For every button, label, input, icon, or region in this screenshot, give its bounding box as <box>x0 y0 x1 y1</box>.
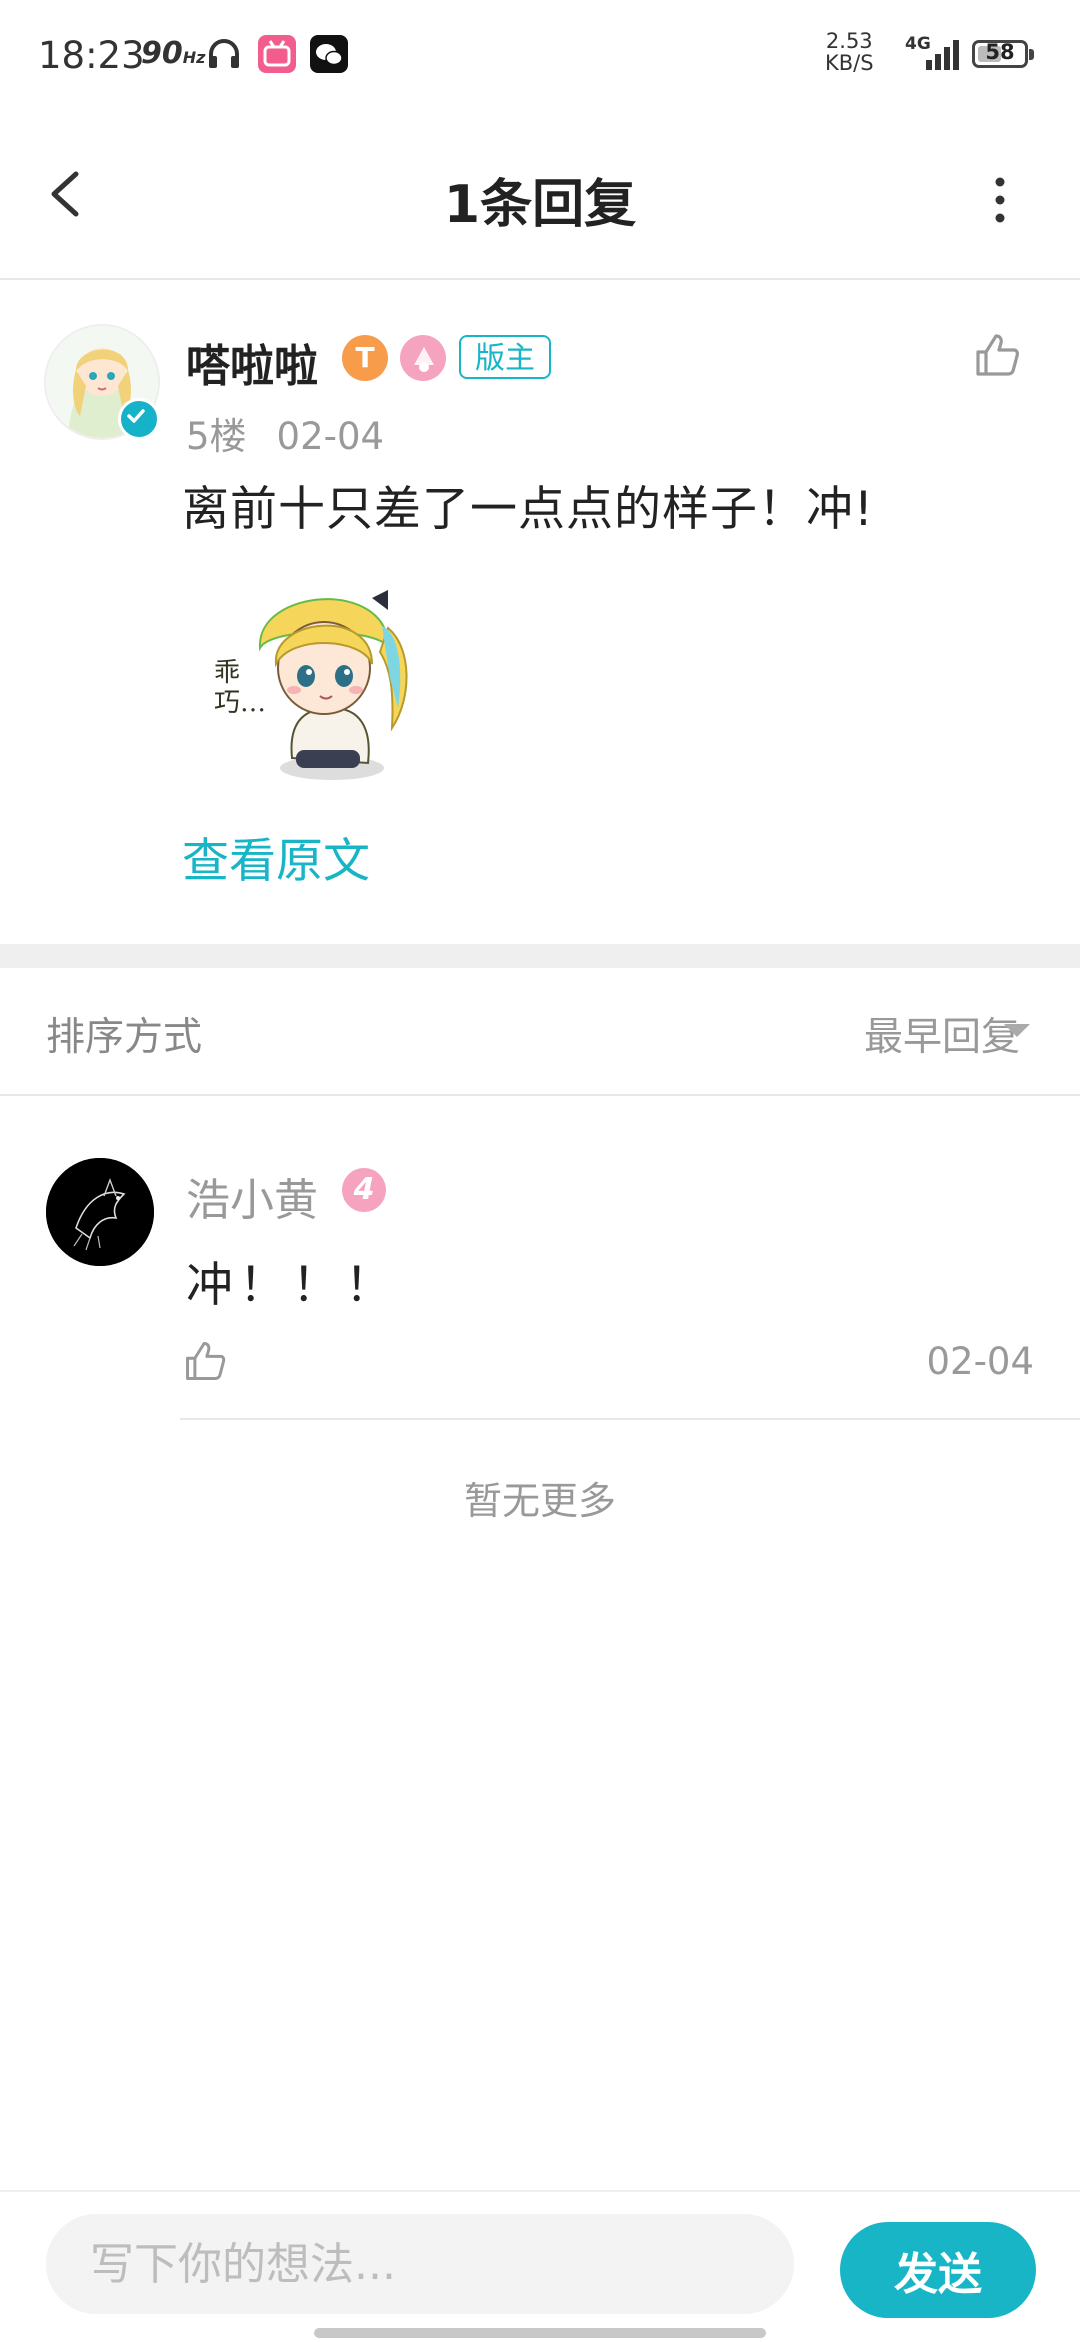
fan-badge-icon <box>400 335 446 381</box>
reply-date: 02-04 <box>926 1340 1034 1383</box>
page-title: 1条回复 <box>443 175 637 235</box>
thumbs-up-icon <box>186 1342 226 1380</box>
sticker-caption: 乖巧… <box>214 658 267 718</box>
level-badge-icon: T <box>342 335 388 381</box>
headphones-icon <box>209 39 239 68</box>
home-indicator[interactable] <box>314 2328 766 2338</box>
sort-dropdown[interactable]: 最早回复 <box>864 1006 1020 1062</box>
post-date: 02-04 <box>276 415 385 458</box>
comment-input[interactable] <box>46 2214 794 2314</box>
reply-author-name[interactable]: 浩小黄 <box>186 1164 318 1228</box>
anime-sticker-image: 乖巧… <box>212 568 422 788</box>
send-button[interactable]: 发送 <box>840 2222 1036 2318</box>
more-options-button[interactable] <box>980 170 1020 230</box>
more-vertical-icon <box>995 177 1005 223</box>
reply-content: 冲！！！ <box>186 1258 398 1313</box>
status-time: 18:23 <box>38 34 145 77</box>
wechat-app-icon <box>310 35 348 73</box>
user-level-badge: 4 <box>342 1168 386 1212</box>
moderator-tag: 版主 <box>459 335 551 379</box>
reply-divider <box>180 1418 1080 1420</box>
reply-avatar[interactable] <box>46 1158 154 1266</box>
like-button[interactable] <box>972 330 1022 380</box>
dropdown-arrow-icon[interactable] <box>1004 1024 1030 1037</box>
battery-level: 58 <box>985 40 1015 64</box>
author-name[interactable]: 嗒啦啦 <box>186 330 318 394</box>
bilibili-app-icon <box>258 35 296 73</box>
no-more-text: 暂无更多 <box>463 1479 616 1523</box>
header: 1条回复 <box>0 110 1080 280</box>
net-speed: 2.53 KB/S <box>825 29 874 75</box>
battery-icon: 58 <box>972 40 1028 68</box>
sort-bar: 排序方式 最早回复 <box>0 968 1080 1096</box>
verified-badge <box>118 398 160 440</box>
thumbs-up-icon <box>976 334 1019 376</box>
signal-icon <box>926 40 959 70</box>
status-bar: 18:23 90Hz 2.53 KB/S 4G 58 <box>0 0 1080 110</box>
battery-tip <box>1029 49 1034 60</box>
reply-like-button[interactable] <box>182 1338 228 1384</box>
post-content: 离前十只差了一点点的样子！冲! <box>182 482 874 537</box>
floor-number: 5楼 <box>186 415 247 458</box>
refresh-rate: 90Hz <box>141 36 206 71</box>
post-meta: 5楼 02-04 <box>186 406 384 460</box>
sort-label: 排序方式 <box>46 1015 203 1060</box>
composer-bar: 发送 <box>0 2190 1080 2342</box>
section-divider <box>0 944 1080 968</box>
view-original-link[interactable]: 查看原文 <box>182 822 370 891</box>
checkmark-icon <box>127 409 145 423</box>
